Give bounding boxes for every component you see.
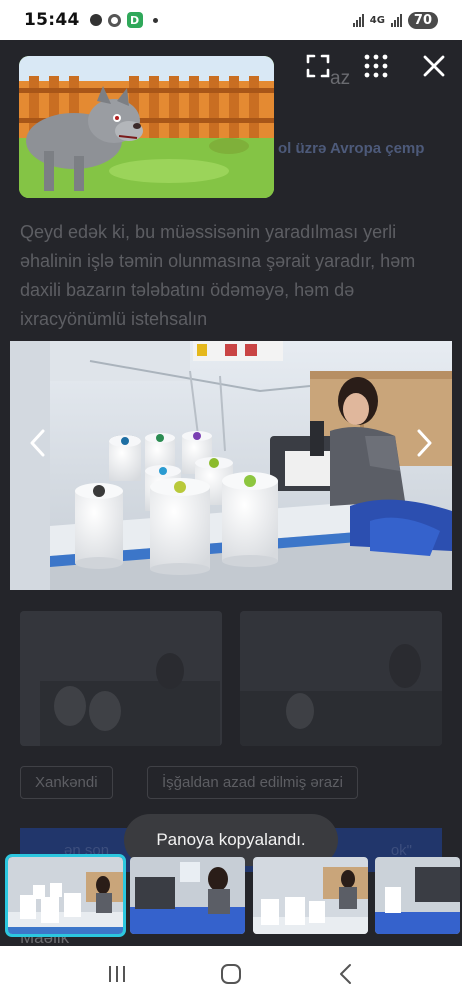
network-type: 4G — [369, 14, 385, 26]
home-icon[interactable] — [216, 959, 246, 989]
tag-chip: Xankəndi — [20, 766, 113, 799]
language-label: az — [330, 68, 351, 89]
article-thumbnail — [240, 611, 442, 746]
filmstrip-thumbnail[interactable] — [130, 857, 245, 934]
more-notifications-dot — [152, 17, 158, 23]
grid-icon[interactable] — [363, 53, 389, 79]
filmstrip-thumbnail[interactable] — [375, 857, 460, 934]
record-icon — [89, 14, 102, 26]
article-paragraph: Qeyd edək ki, bu müəssisənin yaradılması… — [20, 222, 416, 329]
wifi-signal-icon — [352, 13, 364, 27]
chevron-left-icon[interactable] — [22, 423, 52, 463]
sync-icon — [107, 13, 121, 27]
app-notification-icon: D — [126, 12, 143, 28]
battery-indicator: 70 — [407, 11, 438, 29]
chevron-right-icon[interactable] — [410, 423, 440, 463]
back-icon[interactable] — [330, 959, 360, 989]
tag-chip: İşğaldan azad edilmiş ərazi — [147, 766, 358, 799]
system-navigation-bar — [0, 946, 462, 1001]
article-subtitle: ol üzrə Avropa çemp — [278, 140, 425, 157]
article-thumbnail — [20, 611, 222, 746]
status-bar: 15:44 D 4G 70 — [0, 0, 462, 40]
cell-signal-icon — [390, 13, 402, 27]
filmstrip-thumbnail[interactable] — [253, 857, 368, 934]
main-gallery-image[interactable] — [10, 341, 452, 590]
fullscreen-icon[interactable] — [305, 53, 331, 79]
status-time: 15:44 — [24, 10, 80, 30]
picture-in-picture-video[interactable] — [19, 56, 274, 198]
close-icon[interactable] — [421, 53, 447, 79]
recent-apps-icon[interactable] — [102, 959, 132, 989]
filmstrip-thumbnail[interactable] — [5, 854, 126, 937]
